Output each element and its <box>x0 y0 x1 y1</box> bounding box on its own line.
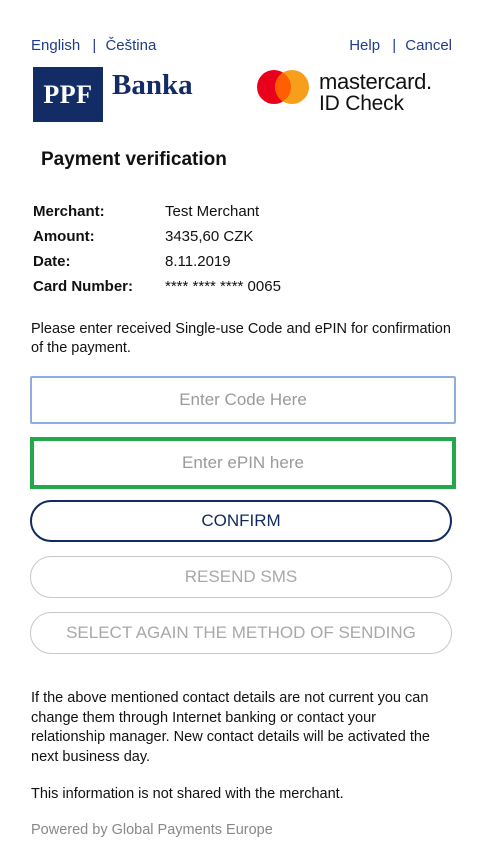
detail-row-date: Date: 8.11.2019 <box>33 253 281 278</box>
language-english-link[interactable]: English <box>31 37 80 54</box>
language-switcher: English | Čeština <box>31 37 156 54</box>
cancel-link[interactable]: Cancel <box>405 37 452 54</box>
detail-row-merchant: Merchant: Test Merchant <box>33 203 281 228</box>
card-number-label: Card Number: <box>33 278 134 295</box>
code-input-placeholder: Enter Code Here <box>179 390 307 409</box>
code-input[interactable]: Enter Code Here <box>30 376 456 424</box>
top-links-separator: | <box>392 37 397 54</box>
ppf-logo-box: PPF <box>33 67 103 122</box>
select-sending-method-button[interactable]: SELECT AGAIN THE METHOD OF SENDING <box>30 612 452 654</box>
privacy-note: This information is not shared with the … <box>31 786 344 802</box>
date-label: Date: <box>33 253 71 270</box>
merchant-label: Merchant: <box>33 203 105 220</box>
amount-label: Amount: <box>33 228 95 245</box>
amount-value: 3435,60 CZK <box>165 228 254 245</box>
help-link[interactable]: Help <box>349 37 380 54</box>
epin-input-placeholder: Enter ePIN here <box>182 453 304 472</box>
resend-sms-button[interactable]: RESEND SMS <box>30 556 452 598</box>
ppf-logo-name: Banka <box>112 69 193 101</box>
contact-details-note: If the above mentioned contact details a… <box>31 690 430 765</box>
card-number-value: **** **** **** 0065 <box>165 278 281 295</box>
instruction-text: Please enter received Single-use Code an… <box>31 321 451 356</box>
epin-input[interactable]: Enter ePIN here <box>30 437 456 489</box>
mastercard-id-check-logo: mastercard. ID Check <box>257 66 457 116</box>
language-separator: | <box>92 37 97 54</box>
top-links: Help | Cancel <box>349 37 452 54</box>
page-title: Payment verification <box>41 149 227 170</box>
powered-by-text: Powered by Global Payments Europe <box>31 822 273 838</box>
id-check-wordmark: ID Check <box>319 92 404 115</box>
ppf-banka-logo: PPF Banka <box>33 67 193 122</box>
merchant-value: Test Merchant <box>165 203 260 220</box>
mastercard-circles-icon <box>257 70 309 104</box>
detail-row-card-number: Card Number: **** **** **** 0065 <box>33 278 281 303</box>
confirm-button[interactable]: CONFIRM <box>30 500 452 542</box>
detail-row-amount: Amount: 3435,60 CZK <box>33 228 281 253</box>
language-czech-link[interactable]: Čeština <box>105 37 156 54</box>
payment-details: Merchant: Test Merchant Amount: 3435,60 … <box>33 203 281 303</box>
date-value: 8.11.2019 <box>165 253 231 270</box>
